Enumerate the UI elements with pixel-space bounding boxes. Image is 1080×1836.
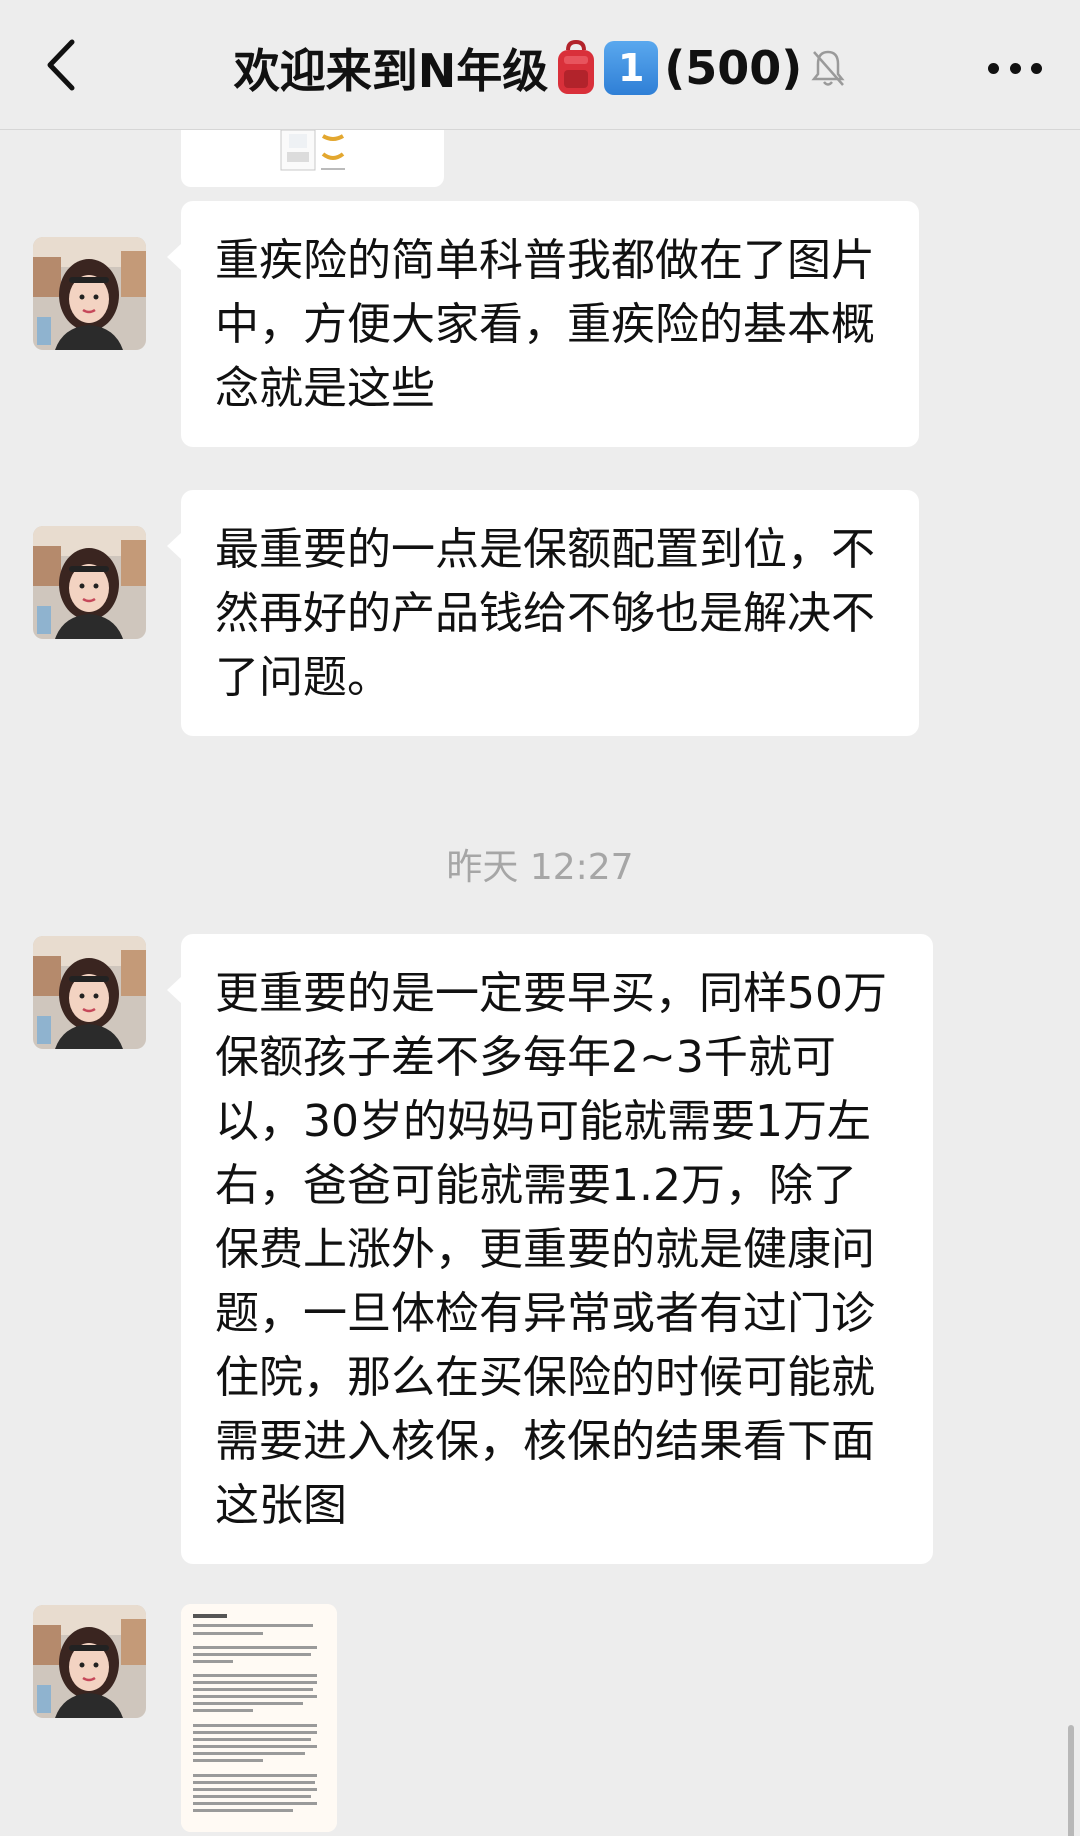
message-bubble[interactable]: 更重要的是一定要早买，同样50万保额孩子差不多每年2~3千就可以，30岁的妈妈可… — [167, 934, 933, 1564]
sender-avatar[interactable] — [33, 526, 146, 639]
message-text: 最重要的一点是保额配置到位，不然再好的产品钱给不够也是解决不了问题。 — [215, 524, 875, 703]
document-image-thumbnail — [181, 1604, 337, 1832]
message-text: 重疾险的简单科普我都做在了图片中，方便大家看，重疾险的基本概念就是这些 — [215, 235, 875, 414]
image-message[interactable] — [181, 1604, 337, 1832]
sender-avatar[interactable] — [33, 1605, 146, 1718]
member-count: (500) — [664, 41, 803, 95]
message-list[interactable]: 重疾险的简单科普我都做在了图片中，方便大家看，重疾险的基本概念就是这些 最重要的… — [0, 130, 1080, 1836]
nav-bar: 欢迎来到N年级 1 (500) — [0, 0, 1080, 130]
message-bubble[interactable]: 最重要的一点是保额配置到位，不然再好的产品钱给不够也是解决不了问题。 — [167, 490, 919, 736]
backpack-icon — [558, 40, 595, 94]
scrollbar[interactable] — [1068, 1725, 1074, 1836]
avatar-image — [33, 526, 146, 639]
avatar-image — [33, 936, 146, 1049]
chat-screen: 欢迎来到N年级 1 (500) 重疾险的简单科普我都做在了图片中，方便大家看，重… — [0, 0, 1080, 1836]
more-dots-icon — [988, 62, 999, 74]
sender-avatar[interactable] — [33, 237, 146, 350]
message-text: 更重要的是一定要早买，同样50万保额孩子差不多每年2~3千就可以，30岁的妈妈可… — [215, 968, 887, 1531]
avatar-image — [33, 1605, 146, 1718]
keycap-one-icon: 1 — [604, 41, 659, 95]
message-timestamp: 昨天 12:27 — [446, 847, 634, 888]
sender-avatar[interactable] — [33, 936, 146, 1049]
message-bubble[interactable]: 重疾险的简单科普我都做在了图片中，方便大家看，重疾险的基本概念就是这些 — [167, 201, 919, 447]
more-button[interactable] — [980, 40, 1050, 96]
group-name: 欢迎来到N年级 — [233, 44, 549, 98]
image-message-partial[interactable] — [181, 130, 444, 187]
chat-title: 欢迎来到N年级 1 (500) — [150, 40, 930, 98]
back-button[interactable] — [30, 30, 100, 100]
avatar-image — [33, 237, 146, 350]
chevron-left-icon — [47, 39, 75, 91]
image-thumbnail — [280, 130, 345, 171]
bell-muted-icon — [811, 50, 845, 86]
